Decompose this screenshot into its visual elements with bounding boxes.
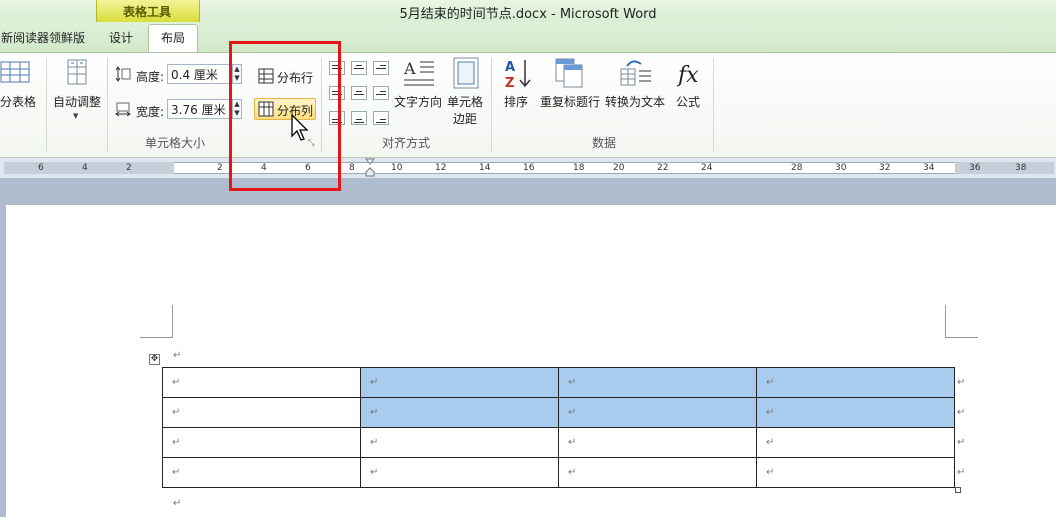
table-cell[interactable]: ↵ xyxy=(756,427,955,458)
column-width-icon xyxy=(115,101,131,117)
table-resize-handle-icon[interactable] xyxy=(955,487,961,493)
table-cell[interactable]: ↵ xyxy=(756,457,955,488)
autofit-icon[interactable] xyxy=(62,58,92,88)
align-middle-center-button[interactable] xyxy=(351,86,367,100)
align-bottom-center-button[interactable] xyxy=(351,111,367,125)
cell-margins-icon[interactable] xyxy=(453,57,479,89)
tab-reader[interactable]: 新阅读器领鲜版 xyxy=(0,26,86,50)
group-divider xyxy=(491,58,492,152)
cell-size-group-label: 单元格大小 xyxy=(144,136,205,150)
table-row: ↵ ↵ ↵ ↵ xyxy=(162,457,955,488)
table-cell[interactable]: ↵ xyxy=(360,427,559,458)
formula-button[interactable]: 公式 xyxy=(676,93,700,110)
row-end-mark: ↵ xyxy=(957,407,966,418)
ruler-number: 14 xyxy=(479,163,491,173)
ruler-number: 32 xyxy=(879,163,891,173)
margin-corner-right xyxy=(945,305,978,338)
ruler-number: 18 xyxy=(573,163,585,173)
autofit-dropdown-icon[interactable]: ▼ xyxy=(73,112,78,120)
indent-marker[interactable] xyxy=(364,158,376,178)
svg-text:fx: fx xyxy=(676,63,699,88)
align-middle-right-button[interactable] xyxy=(373,86,389,100)
group-divider xyxy=(713,58,714,152)
ruler-number: 6 xyxy=(38,163,44,173)
table-cell[interactable]: ↵ xyxy=(360,457,559,488)
table-cell[interactable]: ↵ xyxy=(756,367,955,398)
convert-to-text-button[interactable]: 转换为文本 xyxy=(605,93,665,110)
split-table-button[interactable]: 拆分表格 xyxy=(0,93,36,110)
repeat-header-rows-icon[interactable] xyxy=(554,57,584,89)
table-cell[interactable]: ↵ xyxy=(162,427,361,458)
height-input[interactable]: 0.4 厘米 xyxy=(167,64,231,84)
svg-text:A: A xyxy=(505,60,515,75)
formula-icon[interactable]: fx xyxy=(676,58,704,88)
group-divider xyxy=(46,58,47,152)
cell-margins-button-line2[interactable]: 边距 xyxy=(453,110,477,127)
ruler-number: 22 xyxy=(657,163,669,173)
data-group-label: 数据 xyxy=(591,136,616,150)
width-input[interactable]: 3.76 厘米 xyxy=(167,99,231,119)
align-top-right-button[interactable] xyxy=(373,61,389,75)
ruler-number: 16 xyxy=(523,163,535,173)
table-row: ↵ ↵ ↵ ↵ xyxy=(162,397,955,428)
svg-text:Z: Z xyxy=(505,76,514,89)
table-cell[interactable]: ↵ xyxy=(162,367,361,398)
sort-icon[interactable]: AZ xyxy=(503,57,533,91)
width-label: 宽度: xyxy=(136,105,165,119)
table-cell[interactable]: ↵ xyxy=(756,397,955,428)
ruler-number: 38 xyxy=(1015,163,1027,173)
table-cell[interactable]: ↵ xyxy=(360,367,559,398)
table-row: ↵ ↵ ↵ ↵ xyxy=(162,427,955,458)
row-end-mark: ↵ xyxy=(957,437,966,448)
window-title: 5月结束的时间节点.docx - Microsoft Word xyxy=(399,7,657,22)
text-direction-button[interactable]: 文字方向 xyxy=(394,93,442,110)
text-direction-icon[interactable]: A xyxy=(402,58,436,88)
table-cell[interactable]: ↵ xyxy=(558,457,757,488)
ruler-number: 8 xyxy=(349,163,355,173)
cell-margins-button[interactable]: 单元格 xyxy=(447,93,483,110)
svg-text:A: A xyxy=(403,59,416,78)
autofit-button[interactable]: 自动调整 xyxy=(53,93,101,110)
table-cell[interactable]: ↵ xyxy=(558,367,757,398)
ruler-number: 28 xyxy=(791,163,803,173)
ruler-number: 10 xyxy=(391,163,403,173)
table-cell[interactable]: ↵ xyxy=(162,397,361,428)
paragraph-mark: ↵ xyxy=(173,350,182,361)
repeat-header-rows-button[interactable]: 重复标题行 xyxy=(540,93,600,110)
align-bottom-right-button[interactable] xyxy=(373,111,389,125)
row-end-mark: ↵ xyxy=(957,467,966,478)
row-end-mark: ↵ xyxy=(957,377,966,388)
ruler-number: 2 xyxy=(126,163,132,173)
table-cell[interactable]: ↵ xyxy=(162,457,361,488)
ruler-number: 12 xyxy=(435,163,447,173)
group-divider xyxy=(107,58,108,152)
ruler-number: 34 xyxy=(923,163,935,173)
table-cell[interactable]: ↵ xyxy=(558,397,757,428)
ruler-number: 24 xyxy=(701,163,713,173)
align-top-center-button[interactable] xyxy=(351,61,367,75)
height-label: 高度: xyxy=(136,70,165,84)
ruler-number: 20 xyxy=(613,163,625,173)
ruler-number: 36 xyxy=(969,163,981,173)
tab-design[interactable]: 设计 xyxy=(100,26,142,50)
ruler-left-margin xyxy=(4,162,174,174)
ruler-number: 4 xyxy=(82,163,88,173)
ruler-number: 30 xyxy=(835,163,847,173)
tab-layout[interactable]: 布局 xyxy=(148,24,198,53)
document-table[interactable]: ↵ ↵ ↵ ↵ ↵ ↵ ↵ ↵ ↵ ↵ ↵ ↵ ↵ ↵ ↵ ↵ xyxy=(162,367,955,488)
sort-button[interactable]: 排序 xyxy=(504,93,528,110)
table-move-handle-icon[interactable]: ✥ xyxy=(149,354,160,365)
table-row: ↵ ↵ ↵ ↵ xyxy=(162,367,955,398)
paragraph-mark: ↵ xyxy=(173,498,182,509)
table-cell[interactable]: ↵ xyxy=(558,427,757,458)
alignment-group-label: 对齐方式 xyxy=(381,136,430,150)
table-cell[interactable]: ↵ xyxy=(360,397,559,428)
convert-to-text-icon[interactable] xyxy=(619,57,653,89)
margin-corner-left xyxy=(140,305,173,338)
split-table-icon[interactable] xyxy=(0,60,32,86)
highlight-annotation-box xyxy=(229,41,341,191)
row-height-icon xyxy=(115,66,131,82)
ruler-number: 2 xyxy=(217,163,223,173)
